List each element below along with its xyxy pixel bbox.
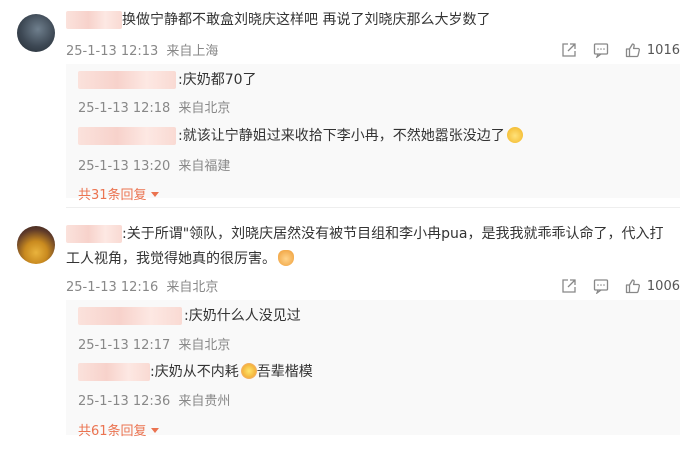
reply-text: :就该让宁静姐过来收拾下李小冉，不然她嚣张没边了 [178,126,523,146]
comment-text: 换做宁静都不敢盒刘晓庆这样吧 再说了刘晓庆那么大岁数了 [122,12,491,28]
comment-date: 25-1-13 12:13 [66,44,159,59]
comment-item: :关于所谓"领队，刘晓庆居然没有被节目组和李小冉pua，是我我就乖乖认命了，代入… [0,217,700,455]
avatar[interactable] [17,14,55,52]
share-icon [562,279,576,293]
more-replies-link[interactable]: 共61条回复 [78,420,159,439]
share-button[interactable] [561,278,577,294]
comment-actions: 1006 [545,276,680,296]
reply-meta: 25-1-13 12:18 来自北京 [78,97,238,116]
thumbs-up-emoji-icon [278,250,294,266]
like-count: 1016 [646,42,680,58]
caret-down-icon [150,428,159,433]
reply-date: 25-1-13 12:18 [78,101,171,116]
like-button[interactable]: 1006 [625,278,680,294]
comment-location: 来自北京 [166,280,219,295]
reply-date: 25-1-13 12:36 [78,394,171,409]
comment-icon [593,279,609,294]
cat-emoji-icon [506,127,523,143]
reply-username-blurred[interactable] [78,363,150,381]
reply-location: 来自北京 [178,338,231,353]
reply-list: :庆奶什么人没见过 25-1-13 12:17 来自北京 :庆奶从不内耗 吾辈楷模 … [66,300,680,439]
avatar[interactable] [17,226,55,264]
share-icon [562,43,576,57]
comment-meta: 25-1-13 12:13 来自上海 [66,40,226,59]
reply-username-blurred[interactable] [78,307,182,325]
reply-location: 来自福建 [178,159,231,174]
like-count: 1006 [646,278,680,294]
comment-actions: 1016 [545,40,680,60]
comment-text-line1: :关于所谓"领队，刘晓庆居然没有被节目组和李小冉pua，是我我就乖乖认命了，代入… [122,226,664,242]
thumbs-up-icon [625,43,640,58]
comment-button[interactable] [593,278,609,294]
comment-button[interactable] [593,42,609,58]
reply-date: 25-1-13 13:20 [78,159,171,174]
divider [66,207,680,208]
comment-item: 换做宁静都不敢盒刘晓庆这样吧 再说了刘晓庆那么大岁数了 25-1-13 12:1… [0,0,700,203]
reply-text: :庆奶都70了 [178,72,257,88]
reply-username-blurred[interactable] [78,127,176,145]
comment-meta: 25-1-13 12:16 来自北京 [66,276,226,295]
flower-emoji-icon [240,363,257,379]
reply-location: 来自贵州 [178,394,231,409]
caret-down-icon [150,192,159,197]
reply-username-blurred[interactable] [78,71,176,89]
reply-text: :庆奶从不内耗 吾辈楷模 [150,363,313,380]
thumbs-up-icon [625,279,640,294]
comment-icon [593,43,609,58]
reply-meta: 25-1-13 13:20 来自福建 [78,155,238,174]
share-button[interactable] [561,42,577,58]
reply-text: :庆奶什么人没见过 [184,308,301,324]
more-replies-link[interactable]: 共31条回复 [78,184,159,203]
comment-date: 25-1-13 12:16 [66,280,159,295]
comment-location: 来自上海 [166,44,219,59]
reply-location: 来自北京 [178,101,231,116]
reply-date: 25-1-13 12:17 [78,338,171,353]
like-button[interactable]: 1016 [625,42,680,58]
reply-meta: 25-1-13 12:17 来自北京 [78,334,238,353]
comment-text-line2: 工人视角，我觉得她真的很厉害。 [66,249,294,269]
username-blurred[interactable] [66,225,122,243]
reply-meta: 25-1-13 12:36 来自贵州 [78,390,238,409]
username-blurred[interactable] [66,11,122,29]
reply-list: :庆奶都70了 25-1-13 12:18 来自北京 :就该让宁静姐过来收拾下李小… [66,64,680,203]
